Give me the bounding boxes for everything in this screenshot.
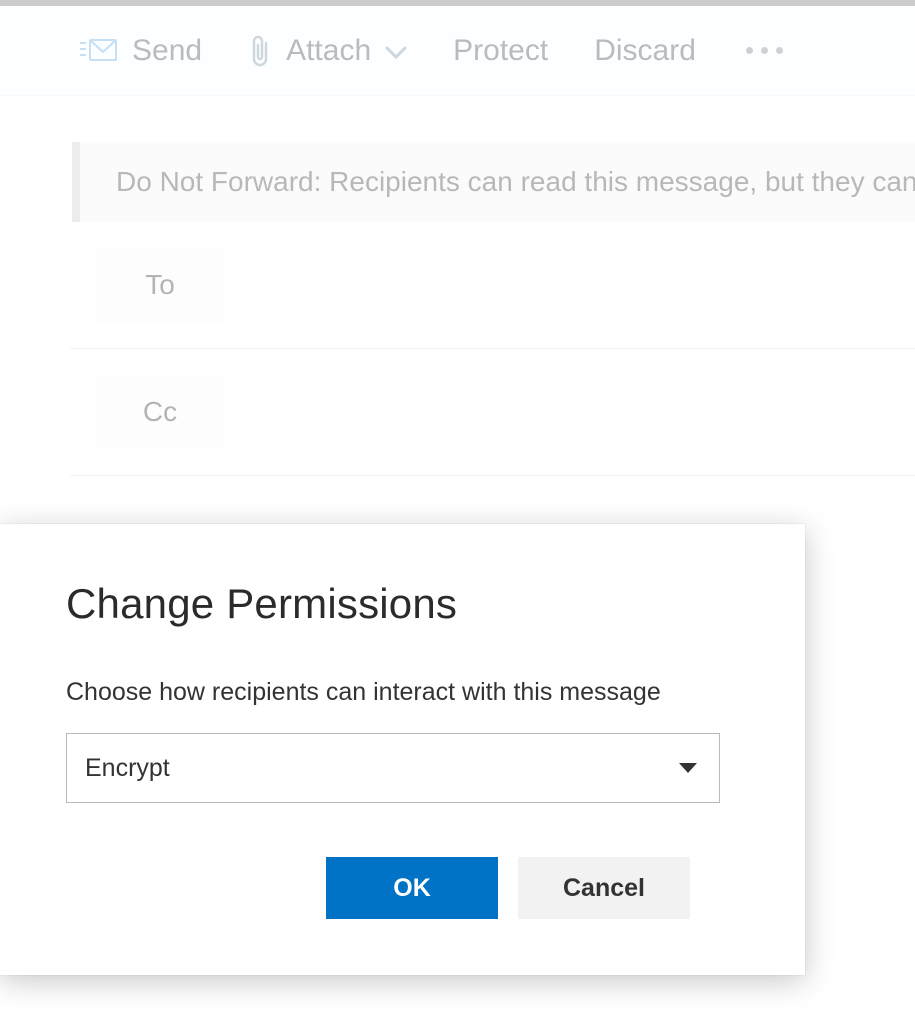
paperclip-icon — [248, 33, 272, 69]
cc-label: Cc — [143, 396, 177, 428]
dialog-title: Change Permissions — [66, 580, 739, 628]
dialog-actions: OK Cancel — [326, 857, 739, 919]
cancel-label: Cancel — [563, 874, 645, 903]
protect-button[interactable]: Protect — [453, 34, 548, 68]
cancel-button[interactable]: Cancel — [518, 857, 690, 919]
attach-button[interactable]: Attach — [248, 33, 407, 69]
more-actions-button[interactable] — [746, 47, 783, 54]
dot-icon — [761, 47, 768, 54]
protect-label: Protect — [453, 34, 548, 68]
attach-label: Attach — [286, 34, 371, 68]
change-permissions-dialog: Change Permissions Choose how recipients… — [0, 524, 805, 975]
compose-area: Do Not Forward: Recipients can read this… — [0, 96, 915, 476]
compose-toolbar: Send Attach Protect Discard — [0, 6, 915, 96]
permission-info-banner: Do Not Forward: Recipients can read this… — [72, 142, 915, 222]
discard-button[interactable]: Discard — [594, 34, 696, 68]
send-button[interactable]: Send — [80, 34, 202, 68]
ok-label: OK — [393, 874, 431, 903]
dialog-description: Choose how recipients can interact with … — [66, 678, 739, 707]
dot-icon — [746, 47, 753, 54]
cc-field-row: Cc — [70, 349, 915, 476]
send-label: Send — [132, 34, 202, 68]
chevron-down-icon — [385, 34, 407, 68]
to-field-row: To — [70, 222, 915, 349]
permission-select[interactable]: Encrypt — [66, 733, 720, 803]
dot-icon — [776, 47, 783, 54]
caret-down-icon — [679, 763, 697, 773]
permission-selected-value: Encrypt — [85, 754, 170, 783]
discard-label: Discard — [594, 34, 696, 68]
send-icon — [80, 37, 118, 65]
cc-button[interactable]: Cc — [96, 375, 224, 449]
to-label: To — [145, 269, 175, 301]
ok-button[interactable]: OK — [326, 857, 498, 919]
banner-text: Do Not Forward: Recipients can read this… — [116, 166, 915, 198]
to-button[interactable]: To — [96, 248, 224, 322]
